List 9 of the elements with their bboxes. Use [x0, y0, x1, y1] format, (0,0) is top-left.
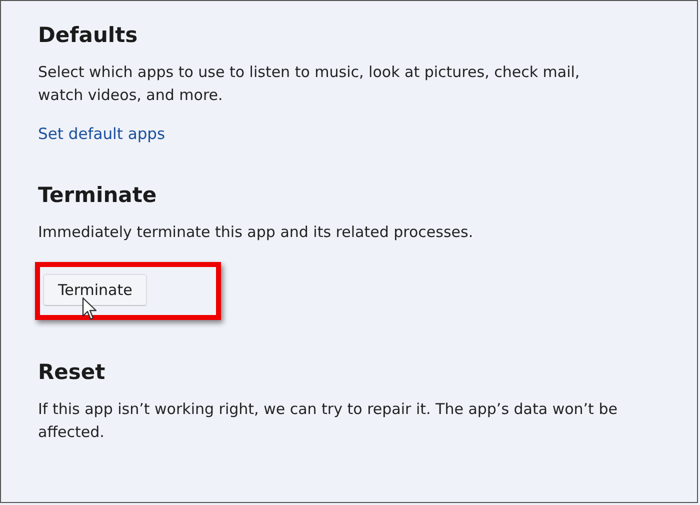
set-default-apps-link[interactable]: Set default apps: [38, 125, 166, 143]
section-heading: Terminate: [38, 182, 158, 209]
section-heading: Reset: [38, 359, 106, 386]
section-description: Immediately terminate this app and its related processes.: [38, 222, 474, 243]
terminate-button[interactable]: Terminate: [43, 274, 148, 306]
section-description: Select which apps to use to listen to music, look at pictures, check mail, watch videos, and more.: [38, 62, 581, 106]
mouse-pointer-icon: [82, 297, 98, 321]
section-description: If this app isn’t working right, we can try to repair it. The app’s data won’t be affected.: [38, 399, 618, 443]
section-heading: Defaults: [38, 22, 139, 49]
